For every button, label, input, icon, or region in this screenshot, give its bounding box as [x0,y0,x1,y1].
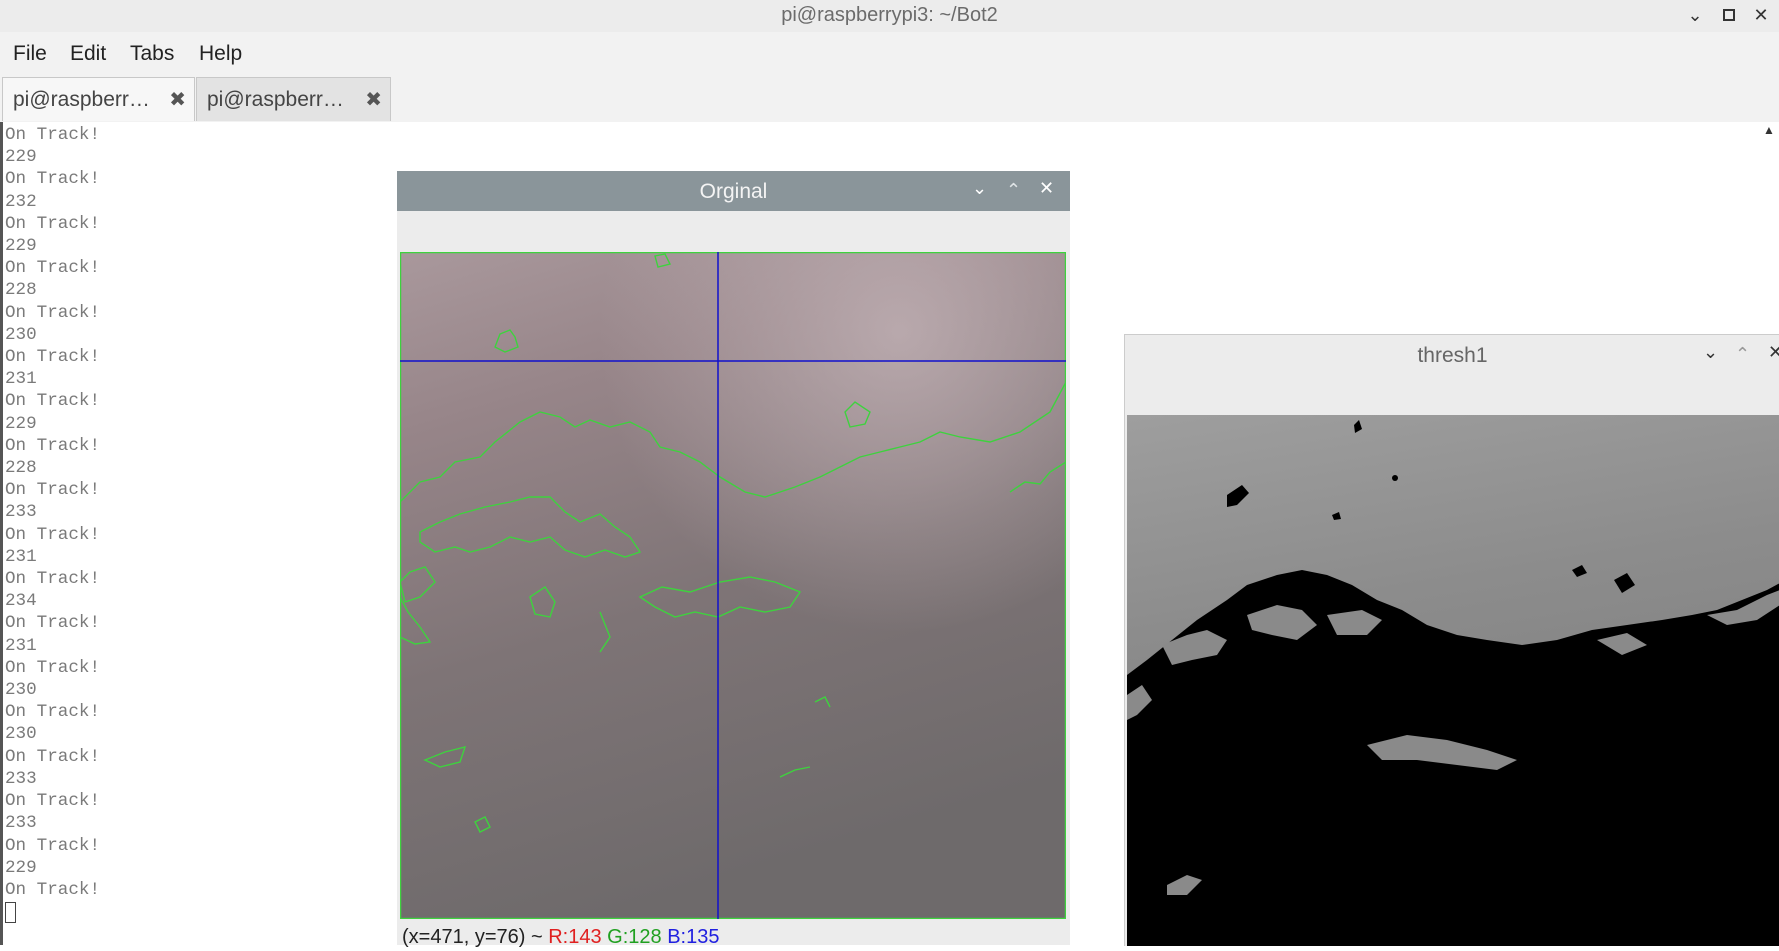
terminal-cursor [5,902,16,924]
terminal-line: On Track! [5,213,101,234]
terminal-line: On Track! [5,879,101,900]
close-icon[interactable]: ✖ [169,87,186,112]
thresh-window-toolbar [1125,375,1779,415]
terminal-line: 234 [5,591,37,612]
window-title: pi@raspberrypi3: ~/Bot2 [781,4,998,26]
terminal-line: 233 [5,502,37,523]
terminal-line: 229 [5,857,37,878]
chevron-up-icon[interactable]: ⌃ [1735,344,1750,365]
terminal-line: 231 [5,635,37,656]
thresh-image-window[interactable]: thresh1 ⌄ ⌃ ✕ [1124,334,1779,946]
tab-label: pi@raspberr… [207,88,344,111]
original-image-window[interactable]: Orginal ⌄ ⌃ ✕ (x=471, y=76) ~ R:143 G:12… [397,171,1070,948]
terminal-line: On Track! [5,391,101,412]
close-icon[interactable]: ✕ [1039,178,1054,199]
thresh-window-titlebar[interactable]: thresh1 ⌄ ⌃ ✕ [1125,335,1779,375]
terminal-line: On Track! [5,613,101,634]
tab-label: pi@raspberr… [13,88,150,111]
terminal-line: On Track! [5,791,101,812]
chevron-down-icon[interactable]: ⌄ [1684,4,1706,26]
terminal-line: 232 [5,191,37,212]
original-window-titlebar[interactable]: Orginal ⌄ ⌃ ✕ [397,171,1070,211]
close-icon[interactable]: ✖ [365,87,382,112]
chevron-down-icon[interactable]: ⌄ [1703,342,1718,363]
terminal-line: 233 [5,813,37,834]
terminal-line: On Track! [5,835,101,856]
terminal-line: 228 [5,280,37,301]
terminal-line: On Track! [5,746,101,767]
tab-terminal-2[interactable]: pi@raspberr… ✖ [196,77,391,121]
terminal-line: On Track! [5,125,101,145]
terminal-line: 231 [5,546,37,567]
original-window-toolbar [397,211,1070,252]
terminal-line: On Track! [5,480,101,501]
terminal-line: On Track! [5,258,101,279]
chevron-up-icon[interactable]: ⌃ [1006,180,1021,201]
terminal-line: 231 [5,369,37,390]
terminal-line: 228 [5,458,37,479]
terminal-line: 229 [5,413,37,434]
menu-help[interactable]: Help [199,42,242,66]
terminal-line: On Track! [5,302,101,323]
terminal-line: On Track! [5,347,101,368]
menu-bar: File Edit Tabs Help [0,32,1779,76]
terminal-line: On Track! [5,569,101,590]
menu-file[interactable]: File [13,42,47,66]
thresh-image[interactable] [1127,415,1779,946]
chevron-down-icon[interactable]: ⌄ [972,178,987,199]
close-icon[interactable]: ✕ [1750,4,1772,26]
tab-terminal-1[interactable]: pi@raspberr… ✖ [2,77,195,121]
terminal-line: 229 [5,147,37,168]
terminal-line: On Track! [5,169,101,190]
maximize-icon[interactable] [1718,4,1740,26]
terminal-line: On Track! [5,524,101,545]
terminal-line: On Track! [5,657,101,678]
close-icon[interactable]: ✕ [1768,342,1779,363]
terminal-line: On Track! [5,702,101,723]
menu-edit[interactable]: Edit [70,42,106,66]
pixel-status: (x=471, y=76) ~ R:143 G:128 B:135 [402,926,719,949]
menu-tabs[interactable]: Tabs [130,42,174,66]
terminal-line: On Track! [5,435,101,456]
terminal-line: 229 [5,236,37,257]
terminal-line: 230 [5,680,37,701]
terminal-lines: On Track! 229 On Track! 232 On Track! 229 On T… [5,124,101,924]
window-titlebar: pi@raspberrypi3: ~/Bot2 ⌄ ✕ [0,0,1779,32]
terminal-line: 233 [5,768,37,789]
terminal-line: 230 [5,324,37,345]
thresh-window-title: thresh1 [1417,344,1488,367]
original-window-title: Orginal [699,180,768,203]
terminal-line: 230 [5,724,37,745]
scroll-up-icon[interactable]: ▲ [1763,123,1777,137]
original-camera-image[interactable] [399,251,1067,920]
tab-bar: pi@raspberr… ✖ pi@raspberr… ✖ [0,76,1779,123]
